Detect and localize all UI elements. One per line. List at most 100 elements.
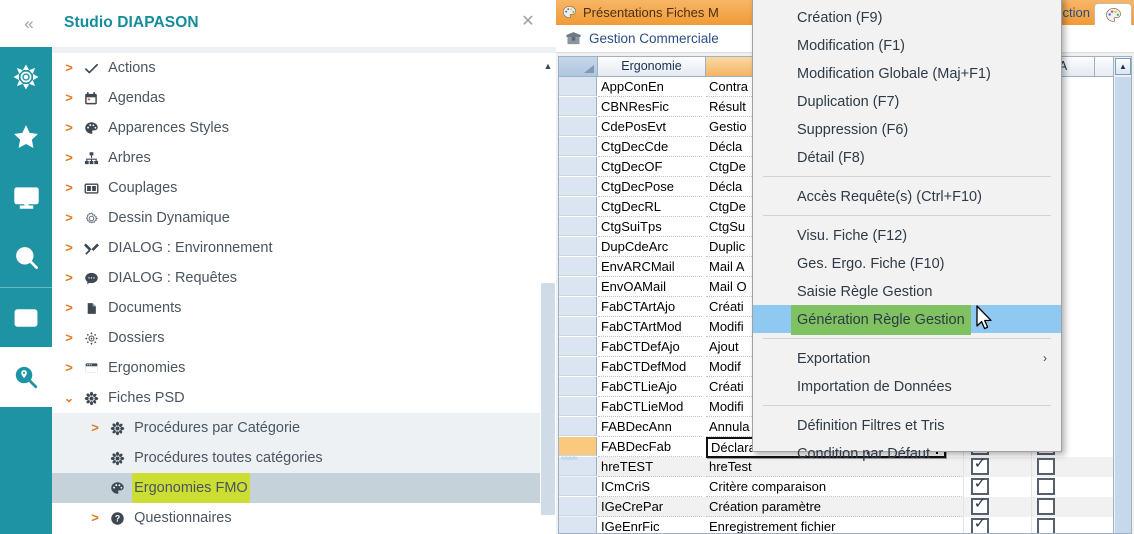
checkbox-col-2[interactable] <box>1037 518 1055 534</box>
row-gutter[interactable] <box>559 177 597 196</box>
cell-code[interactable]: ICmCriS <box>598 477 702 497</box>
row-gutter[interactable] <box>559 297 597 316</box>
menu-item-modification[interactable]: Modification (F1) <box>753 31 1061 59</box>
cell-code[interactable]: EnvOAMail <box>598 277 702 297</box>
twisty-icon[interactable]: > <box>62 83 76 113</box>
cell-code[interactable]: IGeCrePar <box>598 497 702 517</box>
cell-code[interactable]: AppConEn <box>598 77 702 97</box>
tree-item-questionnaires[interactable]: > ? Questionnaires <box>52 503 556 533</box>
checkbox-col-2[interactable] <box>1037 478 1055 495</box>
cell-code[interactable]: DupCdeArc <box>598 237 702 257</box>
rail-item-layout[interactable] <box>0 287 52 347</box>
cell-code[interactable]: FABDecAnn <box>598 417 702 437</box>
row-gutter[interactable] <box>559 277 597 296</box>
row-gutter[interactable] <box>559 217 597 236</box>
row-gutter[interactable] <box>559 237 597 256</box>
tree-item-dossiers[interactable]: > Dossiers <box>52 323 556 353</box>
cell-desc[interactable]: Création paramètre <box>706 497 964 517</box>
row-gutter[interactable] <box>559 397 597 416</box>
checkbox-col-1[interactable] <box>971 518 989 534</box>
tree-item-ergonomies-fmo[interactable]: • Ergonomies FMO <box>52 473 556 503</box>
chevron-double-left-icon[interactable]: « <box>16 13 42 35</box>
twisty-icon[interactable]: > <box>62 53 76 83</box>
row-gutter[interactable] <box>559 257 597 276</box>
twisty-icon[interactable]: > <box>62 233 76 263</box>
twisty-icon[interactable]: > <box>62 173 76 203</box>
cell-code[interactable]: hreTEST <box>598 457 702 477</box>
cell-code[interactable]: CtgSuiTps <box>598 217 702 237</box>
tree-item-apparences-styles[interactable]: > Apparences Styles <box>52 113 556 143</box>
scroll-up-arrow-icon[interactable]: ▲ <box>540 59 556 73</box>
cell-code[interactable]: CtgDecRL <box>598 197 702 217</box>
row-gutter[interactable] <box>559 137 597 156</box>
tree-item-couplages[interactable]: > Couplages <box>52 173 556 203</box>
grid-vertical-scrollbar[interactable]: ▲ <box>1113 57 1131 534</box>
cell-code[interactable]: CtgDecOF <box>598 157 702 177</box>
menu-item-visu-fiche[interactable]: Visu. Fiche (F12) <box>753 221 1061 249</box>
tree-item-actions[interactable]: > Actions <box>52 53 556 83</box>
row-gutter[interactable] <box>559 157 597 176</box>
row-gutter[interactable] <box>559 197 597 216</box>
close-icon[interactable]: ✕ <box>518 12 538 32</box>
table-row[interactable]: ICmCriS Critère comparaison <box>559 477 1132 497</box>
twisty-icon[interactable]: > <box>88 503 102 533</box>
twisty-icon[interactable]: > <box>62 113 76 143</box>
tree-item-documents[interactable]: > Documents <box>52 293 556 323</box>
checkbox-col-1[interactable] <box>971 478 989 495</box>
table-row[interactable]: IGeEnrFic Enregistrement fichier <box>559 517 1132 534</box>
row-resize-grip[interactable]: ≈≈≈≈ <box>561 455 569 485</box>
menu-item-suppression[interactable]: Suppression (F6) <box>753 115 1061 143</box>
rail-item-screen[interactable] <box>0 167 52 227</box>
row-gutter[interactable] <box>559 337 597 356</box>
row-gutter[interactable] <box>559 497 597 516</box>
cell-desc[interactable]: Enregistrement fichier <box>706 517 964 534</box>
tree-item-dessin-dynamique[interactable]: > Dessin Dynamique <box>52 203 556 233</box>
tree-scrollbar-thumb[interactable] <box>541 283 555 515</box>
cell-code[interactable]: EnvARCMail <box>598 257 702 277</box>
menu-item-saisie-regle-gestion[interactable]: Saisie Règle Gestion <box>753 277 1061 305</box>
rail-item-dossiers[interactable] <box>0 47 52 107</box>
menu-item-definition-filtres-et-tris[interactable]: Définition Filtres et Tris <box>753 411 1061 439</box>
scroll-up-arrow-icon[interactable]: ▲ <box>1115 58 1131 75</box>
tree-item-dialog-environnement[interactable]: > DIALOG : Environnement <box>52 233 556 263</box>
tree-item-agendas[interactable]: > Agendas <box>52 83 556 113</box>
row-gutter[interactable] <box>559 417 597 436</box>
cell-code[interactable]: FabCTArtAjo <box>598 297 702 317</box>
menu-item-duplication[interactable]: Duplication (F7) <box>753 87 1061 115</box>
tree-item-procedures-par-categorie[interactable]: > Procédures par Catégorie <box>52 413 556 443</box>
row-gutter[interactable] <box>559 117 597 136</box>
cell-desc[interactable]: Critère comparaison <box>706 477 964 497</box>
twisty-icon[interactable]: > <box>62 353 76 383</box>
tree-item-dialog-requetes[interactable]: > DIALOG : Requêtes <box>52 263 556 293</box>
menu-item-detail[interactable]: Détail (F8) <box>753 143 1061 171</box>
cell-code[interactable]: CtgDecPose <box>598 177 702 197</box>
rail-item-map-search[interactable] <box>0 347 52 407</box>
cell-code[interactable]: FabCTDefMod <box>598 357 702 377</box>
menu-item-condition-par-defaut[interactable]: Condition par Défaut <box>753 439 1061 467</box>
menu-item-importation-de-donnees[interactable]: Importation de Données <box>753 372 1061 400</box>
row-gutter[interactable] <box>559 77 597 96</box>
twisty-icon[interactable]: > <box>62 203 76 233</box>
tree-scrollbar[interactable]: ▲ <box>540 53 556 534</box>
menu-item-modification-globale[interactable]: Modification Globale (Maj+F1) <box>753 59 1061 87</box>
grid-header-ergonomie[interactable]: Ergonomie <box>598 57 706 76</box>
twisty-icon[interactable]: > <box>62 323 76 353</box>
checkbox-col-2[interactable] <box>1037 498 1055 515</box>
row-gutter[interactable] <box>559 357 597 376</box>
grid-scrollbar-thumb[interactable] <box>1115 77 1131 534</box>
row-gutter[interactable] <box>559 317 597 336</box>
cell-code[interactable]: CdePosEvt <box>598 117 702 137</box>
twisty-icon[interactable]: > <box>88 413 102 443</box>
checkbox-col-1[interactable] <box>971 498 989 515</box>
tree-item-arbres[interactable]: > Arbres <box>52 143 556 173</box>
menu-item-exportation[interactable]: Exportation › <box>753 344 1061 372</box>
menu-item-ges-ergo-fiche[interactable]: Ges. Ergo. Fiche (F10) <box>753 249 1061 277</box>
row-gutter[interactable] <box>559 377 597 396</box>
menu-item-creation[interactable]: Création (F9) <box>753 3 1061 31</box>
twisty-icon[interactable]: > <box>62 263 76 293</box>
row-gutter[interactable] <box>559 97 597 116</box>
cell-code[interactable]: FabCTLieMod <box>598 397 702 417</box>
twisty-icon[interactable]: > <box>62 293 76 323</box>
rail-item-search[interactable] <box>0 227 52 287</box>
twisty-icon[interactable]: ⌄ <box>62 383 76 413</box>
